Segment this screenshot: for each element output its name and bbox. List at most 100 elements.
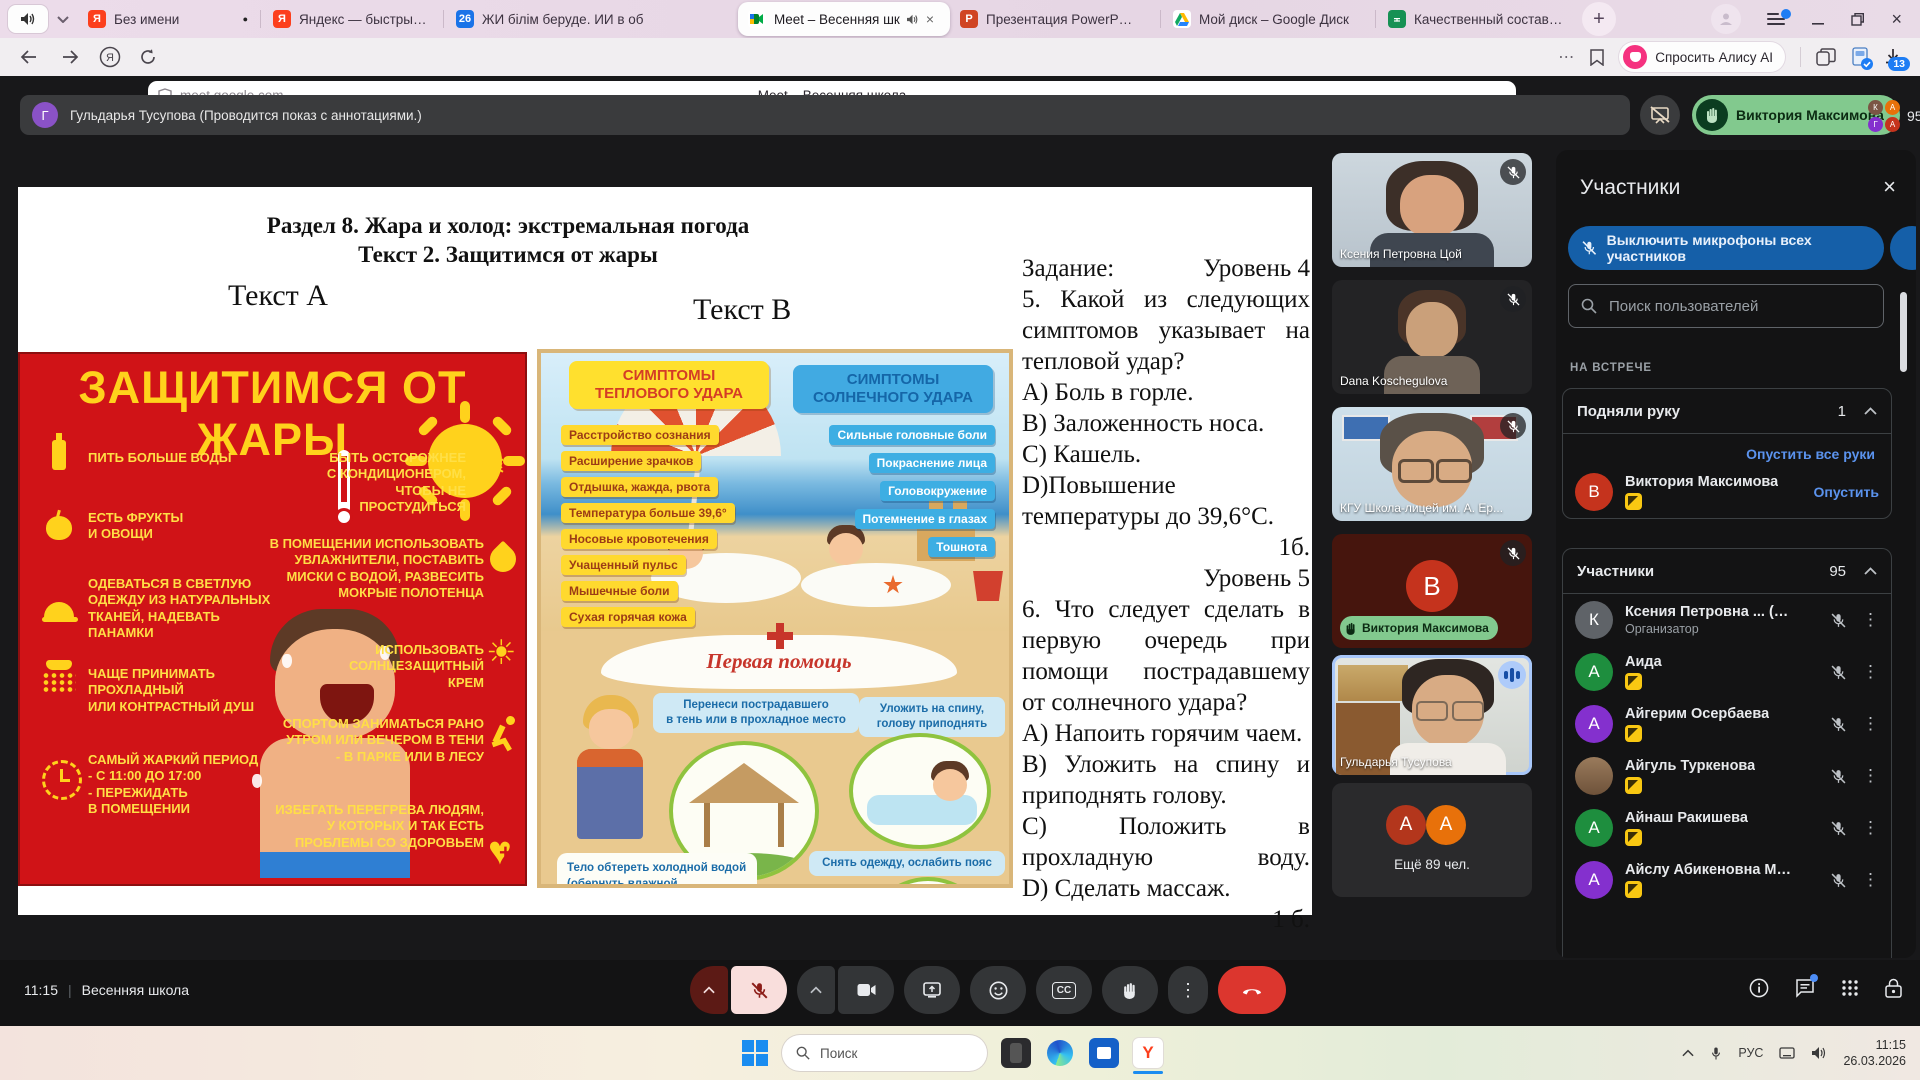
raise-hand-button[interactable] (1102, 966, 1158, 1014)
more-participants-tile[interactable]: А А Ещё 89 чел. (1332, 783, 1532, 897)
task-text: Задание:Уровень 4 5. Какой из следующих … (1022, 253, 1310, 935)
mic-toggle-button-muted[interactable] (731, 966, 787, 1014)
participant-row[interactable]: Айгуль Туркенова ⋮ (1563, 750, 1891, 802)
end-call-button[interactable] (1218, 966, 1286, 1014)
participant-search-input[interactable]: Поиск пользователей (1568, 284, 1884, 328)
symptom-chip: Отдышка, жажда, рвота (561, 477, 718, 497)
mute-all-button[interactable]: Выключить микрофоны всех участников (1568, 226, 1884, 270)
task-label: Задание: (1022, 253, 1114, 284)
end-call-icon (1241, 985, 1263, 995)
participant-video-active-speaker[interactable]: Гульдарья Тусупова (1332, 655, 1532, 775)
browser-menu-button[interactable] (1767, 12, 1785, 26)
downloads-button[interactable]: 13 (1884, 48, 1902, 66)
bookmark-icon[interactable] (1590, 49, 1604, 66)
chevron-up-icon[interactable] (1864, 407, 1877, 415)
omnibox-more-icon[interactable]: ⋯ (1558, 47, 1575, 67)
more-options-icon[interactable]: ⋮ (1862, 714, 1879, 734)
tab-google-drive[interactable]: Мой диск – Google Диск (1163, 2, 1373, 36)
participants-list-title: Участники (1577, 563, 1654, 580)
minimize-button[interactable] (1811, 12, 1825, 26)
participants-list-header[interactable]: Участники 95 (1563, 549, 1891, 594)
participant-row[interactable]: А Айслу Абикеновна Му... ⋮ (1563, 854, 1891, 906)
tabs-list-chevron[interactable] (48, 5, 78, 33)
more-options-icon[interactable]: ⋮ (1862, 766, 1879, 786)
mic-options-button[interactable] (690, 966, 728, 1014)
participant-row[interactable]: А Айнаш Ракишева ⋮ (1563, 802, 1891, 854)
hidden-icons-chevron[interactable] (1682, 1049, 1694, 1057)
windows-taskbar: Поиск Y РУС 11:15 26.03.2026 (0, 1026, 1920, 1080)
host-controls-lock-icon[interactable] (1885, 978, 1902, 998)
mic-off-icon (1500, 159, 1526, 185)
restore-button[interactable] (1851, 12, 1865, 26)
start-button[interactable] (742, 1040, 768, 1066)
protect-status-button[interactable] (1851, 47, 1869, 67)
participant-name: Виктория Максимова (1625, 474, 1778, 490)
lower-hand-link[interactable]: Опустить (1814, 484, 1880, 500)
more-options-icon[interactable]: ⋮ (1862, 610, 1879, 630)
avatar: А (1575, 809, 1613, 847)
chat-button[interactable] (1795, 978, 1815, 998)
tab-audio-icon[interactable] (906, 14, 919, 25)
tab-divider (443, 10, 444, 28)
touch-keyboard-icon[interactable] (1779, 1046, 1795, 1060)
taskbar-search[interactable]: Поиск (782, 1035, 987, 1071)
present-button[interactable] (904, 966, 960, 1014)
back-button[interactable] (14, 43, 42, 71)
more-options-icon[interactable]: ⋮ (1862, 818, 1879, 838)
tab-meet-active[interactable]: Meet – Весенняя шк × (738, 2, 950, 36)
yandex-browser-taskbar-icon[interactable]: Y (1133, 1038, 1163, 1068)
ask-alice-button[interactable]: Спросить Алису AI (1619, 42, 1785, 72)
new-tab-button[interactable]: + (1582, 2, 1616, 36)
more-options-icon[interactable]: ⋮ (1862, 662, 1879, 682)
browser-profile-avatar[interactable] (1711, 4, 1741, 34)
store-icon[interactable] (1089, 1038, 1119, 1068)
participant-video[interactable]: B Виктория Максимова (1332, 534, 1532, 648)
participants-count-widget[interactable]: КА ГА 95 (1868, 100, 1920, 132)
participant-row[interactable]: А Айгерим Осербаева ⋮ (1563, 698, 1891, 750)
mute-all-secondary-button[interactable] (1890, 226, 1916, 270)
panel-close-button[interactable]: × (1883, 174, 1896, 200)
participant-name: Гульдарья Тусупова (1340, 755, 1452, 769)
symptom-chip: Температура больше 39,6° (561, 503, 735, 523)
raised-hands-header[interactable]: Подняли руку 1 (1563, 389, 1891, 434)
language-indicator[interactable]: РУС (1738, 1046, 1763, 1060)
forward-button[interactable] (56, 43, 84, 71)
participant-video[interactable]: Ксения Петровна Цой (1332, 153, 1532, 267)
participant-row[interactable]: К Ксения Петровна ... (вы) Организатор ⋮ (1563, 594, 1891, 646)
close-button[interactable]: × (1891, 12, 1902, 26)
shared-document: Раздел 8. Жара и холод: экстремальная по… (18, 187, 1312, 915)
symptom-chip: Учащенный пульс (561, 555, 686, 575)
participant-row[interactable]: А Аида ⋮ (1563, 646, 1891, 698)
activities-grid-icon[interactable] (1841, 979, 1859, 997)
camera-options-button[interactable] (797, 966, 835, 1014)
camera-toggle-button[interactable] (838, 966, 894, 1014)
participant-video[interactable]: Dana Koschegulova (1332, 280, 1532, 394)
tab-sheets[interactable]: Качественный состав пед (1378, 2, 1576, 36)
poster-a-item: САМЫЙ ЖАРКИЙ ПЕРИОД - С 11:00 ДО 17:00 -… (88, 752, 258, 817)
stop-presentation-button[interactable] (1640, 95, 1680, 135)
more-options-button[interactable]: ⋮ (1168, 966, 1208, 1014)
taskbar-clock[interactable]: 11:15 26.03.2026 (1843, 1037, 1906, 1070)
tab-untitled[interactable]: Я Без имени ● (78, 2, 258, 36)
yandex-button[interactable]: Я (96, 43, 124, 71)
edge-browser-icon[interactable] (1045, 1038, 1075, 1068)
question-6-points: 1 б. (1022, 904, 1310, 935)
chevron-up-icon[interactable] (1864, 567, 1877, 575)
tabs-audio-button[interactable] (8, 5, 48, 33)
tab-yandex-search[interactable]: Я Яндекс — быстрый поиск (263, 2, 441, 36)
tray-speaker-icon[interactable] (1811, 1046, 1827, 1060)
captions-button[interactable]: CC (1036, 966, 1092, 1014)
tab-powerpoint[interactable]: P Презентация PowerPoint (950, 2, 1158, 36)
meeting-details-icon[interactable] (1749, 978, 1769, 998)
reactions-button[interactable] (970, 966, 1026, 1014)
lower-all-hands-link[interactable]: Опустить все руки (1746, 446, 1875, 462)
panel-scrollbar[interactable] (1900, 292, 1907, 372)
tab-close-icon[interactable]: × (926, 11, 934, 27)
phone-link-icon[interactable] (1001, 1038, 1031, 1068)
collections-icon[interactable] (1816, 48, 1836, 66)
tab-calendar[interactable]: 26 ЖИ білім беруде. ИИ в об (446, 2, 738, 36)
reload-button[interactable] (134, 43, 162, 71)
participant-video[interactable]: КГУ Школа-лицей им. А. Ер... (1332, 407, 1532, 521)
more-options-icon[interactable]: ⋮ (1862, 870, 1879, 890)
tray-mic-icon[interactable] (1710, 1046, 1722, 1061)
